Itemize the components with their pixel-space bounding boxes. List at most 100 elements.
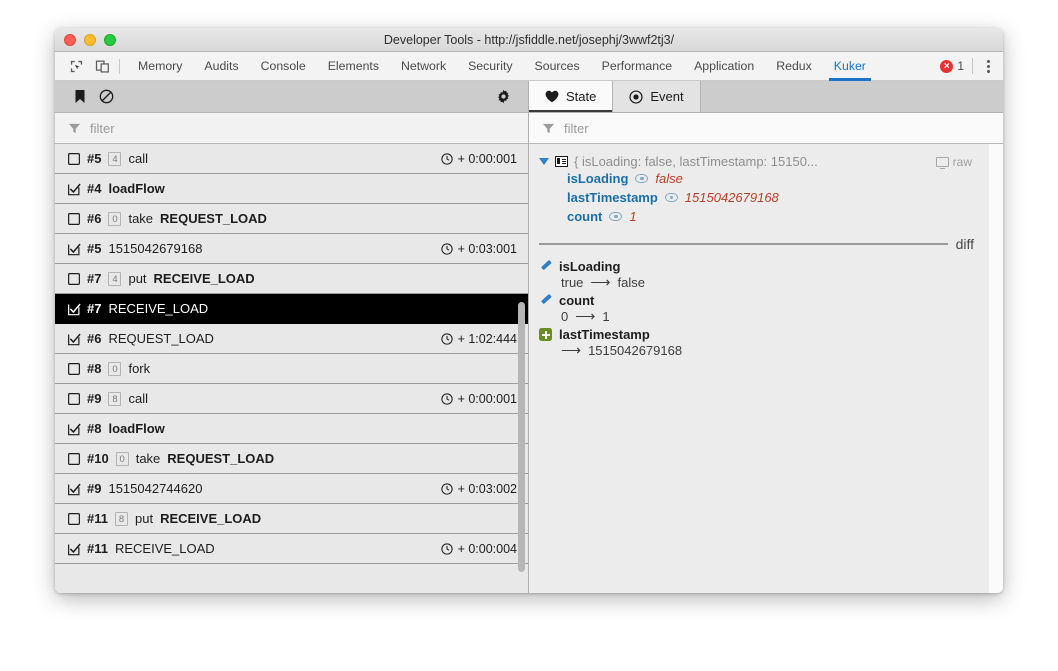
event-id: #11 <box>87 511 108 526</box>
state-property[interactable]: isLoading false <box>539 169 976 188</box>
devtools-tab-strip: Memory Audits Console Elements Network S… <box>55 52 1003 81</box>
event-row[interactable]: #6 0 take REQUEST_LOAD <box>55 204 528 234</box>
state-filter-row[interactable]: filter <box>529 113 1003 144</box>
event-row[interactable]: #8 loadFlow <box>55 414 528 444</box>
event-row[interactable]: #5 4 call + 0:00:001 <box>55 144 528 174</box>
tab-event[interactable]: Event <box>613 81 701 112</box>
maximize-button[interactable] <box>104 33 116 46</box>
diff-list: isLoading true ⟶ false count 0 ⟶ 1 lastTimestamp… <box>539 258 976 360</box>
events-filter-row[interactable]: filter <box>55 113 528 144</box>
diff-values: true ⟶ false <box>539 274 976 291</box>
checkbox-checked-icon[interactable] <box>68 303 81 315</box>
event-id: #9 <box>87 481 102 496</box>
tab-redux[interactable]: Redux <box>765 52 823 81</box>
event-id: #4 <box>87 181 102 196</box>
checkbox-unchecked-icon[interactable] <box>68 512 80 525</box>
tab-application[interactable]: Application <box>683 52 765 81</box>
event-row[interactable]: #9 1515042744620 + 0:03:002 <box>55 474 528 504</box>
chevron-down-icon[interactable] <box>539 158 549 165</box>
checkbox-unchecked-icon[interactable] <box>68 392 80 405</box>
checkbox-checked-icon[interactable] <box>68 333 81 345</box>
eye-icon[interactable] <box>609 212 623 221</box>
event-label: fork <box>128 361 151 376</box>
tab-label: Elements <box>327 59 379 73</box>
checkbox-unchecked-icon[interactable] <box>68 152 80 165</box>
diff-entry-header: lastTimestamp <box>539 327 976 342</box>
device-toolbar-icon[interactable] <box>89 54 115 78</box>
inspect-element-icon[interactable] <box>63 54 89 78</box>
clock-icon <box>440 392 453 405</box>
tab-kuker[interactable]: Kuker <box>823 52 877 81</box>
plus-icon <box>539 328 552 341</box>
state-content: { isLoading: false, lastTimestamp: 15150… <box>529 144 1003 593</box>
state-property[interactable]: count 1 <box>539 207 976 226</box>
event-row[interactable]: #8 0 fork <box>55 354 528 384</box>
event-id: #8 <box>87 361 102 376</box>
clear-icon[interactable] <box>93 85 119 109</box>
checkbox-unchecked-icon[interactable] <box>68 212 80 225</box>
eye-icon[interactable] <box>635 174 649 183</box>
tab-label: Memory <box>138 59 183 73</box>
close-button[interactable] <box>64 33 76 46</box>
checkbox-unchecked-icon[interactable] <box>68 362 80 375</box>
tab-audits[interactable]: Audits <box>193 52 249 81</box>
tab-performance[interactable]: Performance <box>591 52 683 81</box>
event-row[interactable]: #5 1515042679168 + 0:03:001 <box>55 234 528 264</box>
events-filter-input[interactable]: filter <box>90 121 115 136</box>
event-row[interactable]: #7 RECEIVE_LOAD <box>55 294 528 324</box>
event-timestamp: + 0:00:001 <box>440 152 517 166</box>
tab-console[interactable]: Console <box>250 52 317 81</box>
checkbox-unchecked-icon[interactable] <box>68 452 80 465</box>
tab-label: Kuker <box>833 59 866 73</box>
event-row[interactable]: #4 loadFlow <box>55 174 528 204</box>
checkbox-checked-icon[interactable] <box>68 183 81 195</box>
checkbox-checked-icon[interactable] <box>68 423 81 435</box>
diff-entry: isLoading true ⟶ false <box>539 258 976 292</box>
window-controls <box>55 33 116 46</box>
state-tree-root[interactable]: { isLoading: false, lastTimestamp: 15150… <box>539 154 976 170</box>
diff-entry: lastTimestamp ⟶ 1515042679168 <box>539 326 976 360</box>
diff-entry-header: count <box>539 293 976 308</box>
event-row[interactable]: #7 4 put RECEIVE_LOAD <box>55 264 528 294</box>
event-id: #5 <box>87 151 102 166</box>
tab-state[interactable]: State <box>529 81 614 112</box>
checkbox-checked-icon[interactable] <box>68 483 81 495</box>
tab-security[interactable]: Security <box>457 52 523 81</box>
checkbox-checked-icon[interactable] <box>68 243 81 255</box>
more-options-icon[interactable] <box>981 57 996 76</box>
event-row[interactable]: #9 8 call + 0:00:001 <box>55 384 528 414</box>
event-label: RECEIVE_LOAD <box>160 511 262 526</box>
event-row[interactable]: #10 0 take REQUEST_LOAD <box>55 444 528 474</box>
checkbox-checked-icon[interactable] <box>68 543 81 555</box>
tab-elements[interactable]: Elements <box>317 52 390 81</box>
bookmark-icon[interactable] <box>67 85 93 109</box>
event-label: RECEIVE_LOAD <box>108 301 209 316</box>
event-timestamp: + 0:03:002 <box>440 482 517 496</box>
events-list: #5 4 call + 0:00:001 #4 loadFlow #6 0 take REQUES… <box>55 144 528 593</box>
diff-key: isLoading <box>559 259 621 274</box>
event-row[interactable]: #11 RECEIVE_LOAD + 0:00:004 <box>55 534 528 564</box>
gear-icon[interactable] <box>490 85 516 109</box>
eye-icon[interactable] <box>664 193 678 202</box>
minimize-button[interactable] <box>84 33 96 46</box>
checkbox-unchecked-icon[interactable] <box>68 272 80 285</box>
events-scrollbar[interactable] <box>518 302 525 572</box>
state-summary: { isLoading: false, lastTimestamp: 15150… <box>574 154 818 169</box>
state-panel: State Event filter {isLoading: false, l… <box>529 81 1003 593</box>
error-badge[interactable]: × 1 <box>940 59 964 73</box>
tab-network[interactable]: Network <box>390 52 457 81</box>
tab-sources[interactable]: Sources <box>524 52 591 81</box>
state-filter-input[interactable]: filter <box>564 121 589 136</box>
devtools-status-area: × 1 <box>940 57 1003 76</box>
raw-button[interactable]: raw <box>935 155 976 170</box>
property-value: false <box>655 171 683 186</box>
diff-values: 0 ⟶ 1 <box>539 308 976 325</box>
state-property[interactable]: lastTimestamp 1515042679168 <box>539 188 976 207</box>
toolbar-divider <box>119 58 120 74</box>
event-time-value: + 0:00:004 <box>457 541 517 556</box>
event-row[interactable]: #6 REQUEST_LOAD + 1:02:444 <box>55 324 528 354</box>
event-row[interactable]: #11 8 put RECEIVE_LOAD <box>55 504 528 534</box>
diff-new-value: false <box>617 275 645 290</box>
tab-memory[interactable]: Memory <box>127 52 193 81</box>
pencil-icon <box>539 260 552 273</box>
